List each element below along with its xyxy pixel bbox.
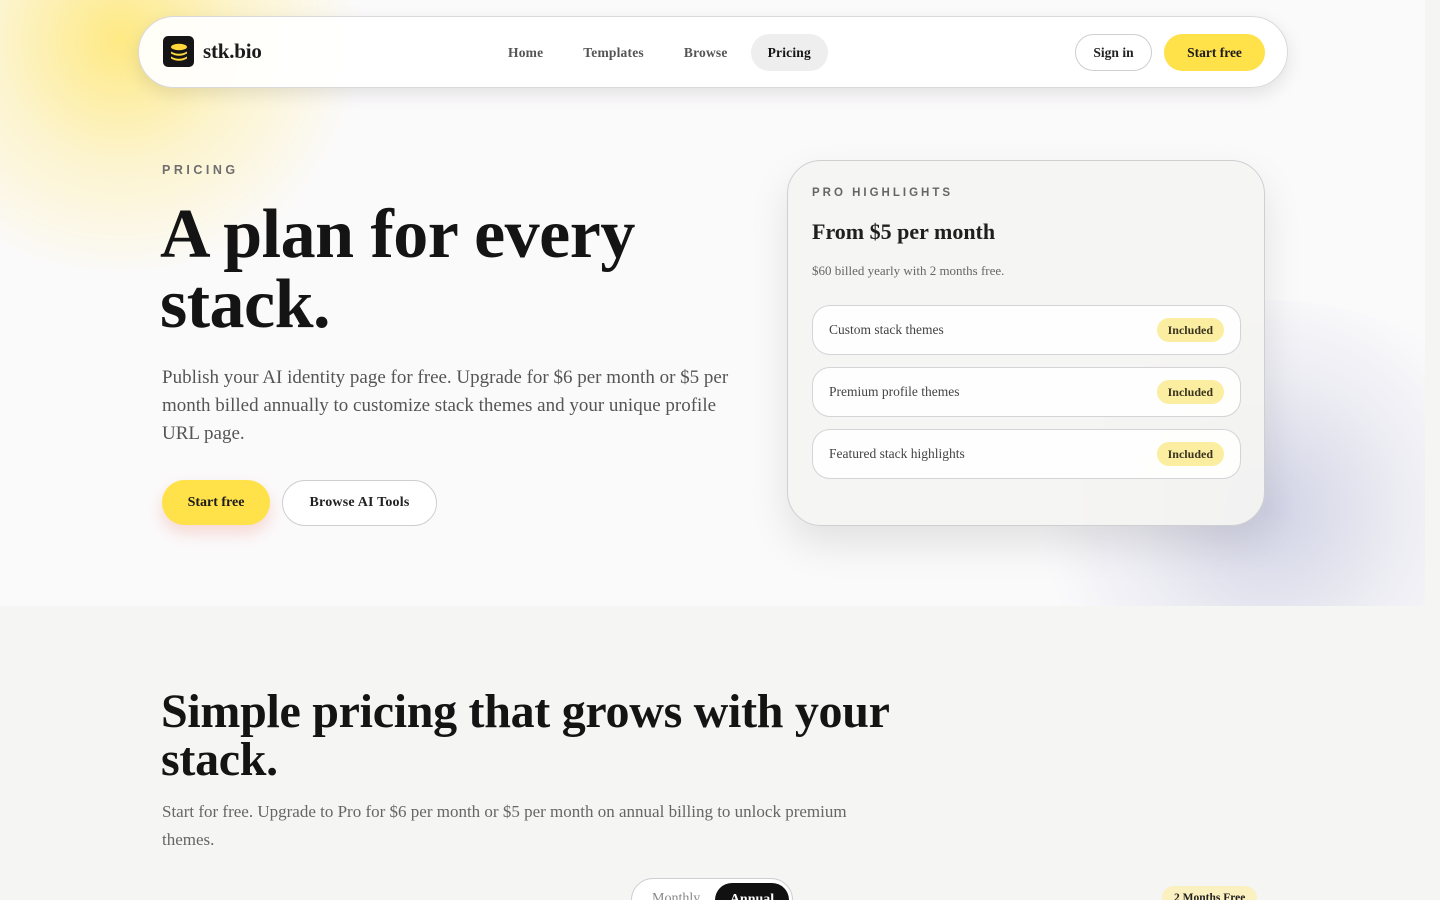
- included-badge: Included: [1156, 318, 1224, 342]
- hero-eyebrow: PRICING: [162, 163, 239, 177]
- feature-label: Custom stack themes: [829, 322, 944, 337]
- feature-row-featured-stack-highlights: Featured stack highlights Included: [812, 429, 1241, 479]
- browse-ai-tools-button[interactable]: Browse AI Tools: [282, 480, 437, 526]
- stack-layers-icon: [163, 36, 194, 67]
- pro-card-eyebrow: PRO HIGHLIGHTS: [812, 187, 954, 199]
- hero-title-line2: stack.: [160, 266, 331, 343]
- pricing-section-subtitle: Start for free. Upgrade to Pro for $6 pe…: [162, 802, 847, 849]
- nav-links: Home Templates Browse Pricing: [491, 34, 834, 71]
- pro-card-title: From $5 per month: [812, 219, 996, 244]
- nav-link-pricing[interactable]: Pricing: [750, 34, 828, 71]
- pricing-title-line2: stack.: [161, 733, 278, 786]
- billing-toggle-monthly[interactable]: Monthly: [652, 891, 700, 900]
- brand-name: stk.bio: [203, 39, 262, 63]
- nav-start-free-button[interactable]: Start free: [1164, 34, 1265, 71]
- pro-card-note: $60 billed yearly with 2 months free.: [812, 263, 1005, 278]
- sign-in-button[interactable]: Sign in: [1075, 34, 1152, 71]
- feature-label: Featured stack highlights: [829, 446, 965, 461]
- feature-row-custom-stack-themes: Custom stack themes Included: [812, 305, 1241, 355]
- hero-section: PRICING A plan for every stack. Publish …: [0, 0, 1425, 606]
- nav-link-templates[interactable]: Templates: [566, 34, 661, 71]
- pricing-title-line1: Simple pricing that grows with your: [161, 685, 890, 738]
- hero-subtitle: Publish your AI identity page for free. …: [162, 367, 729, 444]
- nav-link-browse[interactable]: Browse: [667, 34, 745, 71]
- pricing-section-title: Simple pricing that grows with your stac…: [161, 688, 921, 784]
- feature-row-premium-profile-themes: Premium profile themes Included: [812, 367, 1241, 417]
- brand-logo[interactable]: stk.bio: [163, 36, 262, 67]
- included-badge: Included: [1156, 442, 1224, 466]
- top-navigation: stk.bio Home Templates Browse Pricing Si…: [138, 16, 1288, 88]
- billing-toggle: Monthly Annual: [631, 878, 793, 900]
- months-free-badge: 2 Months Free: [1162, 886, 1258, 900]
- hero-start-free-button[interactable]: Start free: [162, 480, 270, 525]
- page-scrollbar[interactable]: [1425, 0, 1440, 900]
- hero-title-line1: A plan for every: [160, 196, 635, 273]
- feature-label: Premium profile themes: [829, 384, 960, 399]
- billing-toggle-annual[interactable]: Annual: [715, 883, 789, 900]
- hero-title: A plan for every stack.: [160, 200, 780, 340]
- included-badge: Included: [1156, 380, 1224, 404]
- nav-link-home[interactable]: Home: [491, 34, 560, 71]
- pro-highlights-card: PRO HIGHLIGHTS From $5 per month $60 bil…: [787, 160, 1265, 526]
